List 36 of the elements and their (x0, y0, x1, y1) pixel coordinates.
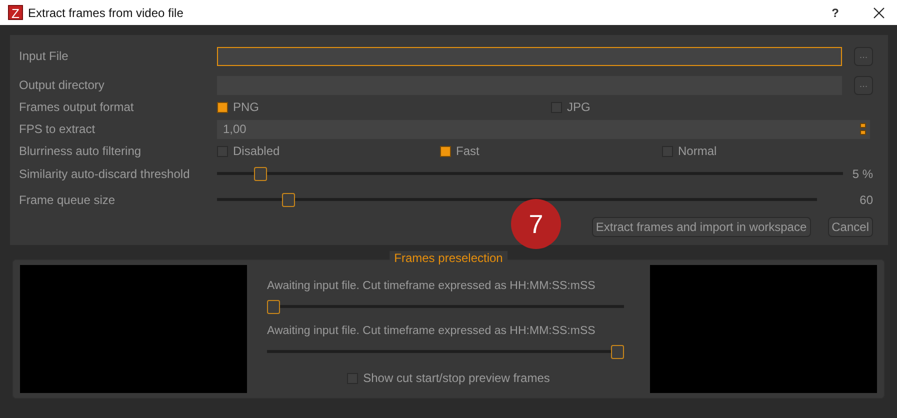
step-badge: 7 (511, 199, 561, 249)
cut-hint: Awaiting input file. Cut timeframe expressed as HH:MM:SS:mSS (267, 325, 596, 337)
cut-hint: Awaiting input file. Cut timeframe expressed as HH:MM:SS:mSS (267, 280, 596, 292)
option-label: Disabled (233, 144, 280, 158)
slider-thumb[interactable] (267, 300, 280, 314)
slider-thumb[interactable] (282, 193, 295, 207)
field-label: Frames output format (19, 100, 135, 114)
checkbox-label: Show cut start/stop preview frames (363, 371, 550, 385)
spinner-icon[interactable] (860, 123, 866, 135)
slider-value: 5 % (851, 167, 873, 181)
window-title: Extract frames from video file (28, 6, 184, 20)
help-button[interactable]: ? (828, 6, 843, 20)
field-label: Input File (19, 49, 70, 63)
option-label: JPG (567, 100, 590, 114)
slider-thumb[interactable] (254, 167, 267, 181)
field-label: Similarity auto-discard threshold (19, 167, 191, 181)
field-label: FPS to extract (19, 122, 96, 136)
option-label: PNG (233, 100, 260, 114)
checkbox[interactable] (440, 146, 451, 156)
action-button[interactable]: Extract frames and import in workspace (592, 217, 811, 237)
option-label: Fast (456, 144, 480, 158)
checkbox[interactable] (217, 102, 228, 112)
browse-button[interactable]: ... (854, 46, 873, 66)
number-field[interactable]: 1,00 (217, 120, 870, 138)
slider-value: 60 (858, 193, 873, 207)
field-label: Frame queue size (19, 193, 116, 207)
option-label: Normal (678, 144, 717, 158)
field-label: Blurriness auto filtering (19, 144, 142, 158)
field-label: Output directory (19, 78, 106, 92)
slider-thumb[interactable] (611, 345, 624, 359)
action-button[interactable]: Cancel (828, 217, 873, 237)
group-title: Frames preselection (389, 251, 508, 265)
app-logo-icon: Z (8, 5, 23, 20)
input-field[interactable] (217, 46, 842, 66)
browse-button[interactable]: ... (854, 76, 873, 94)
close-button[interactable] (871, 4, 887, 20)
